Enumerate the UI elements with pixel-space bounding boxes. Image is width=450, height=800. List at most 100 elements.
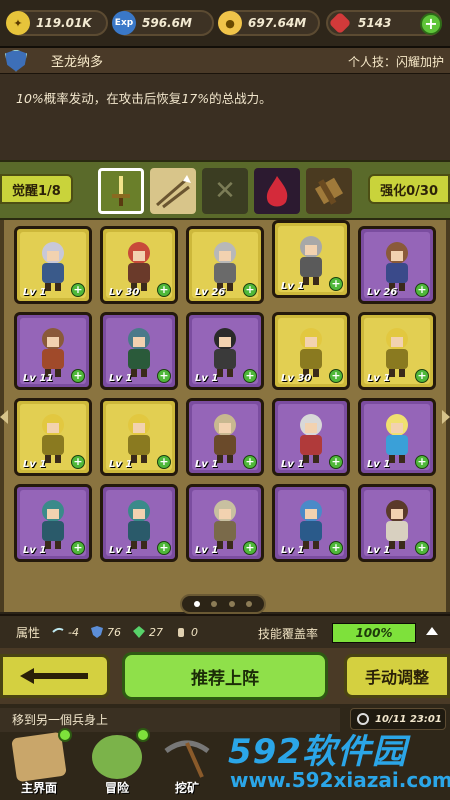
- add-hero-icon[interactable]: +: [71, 283, 85, 297]
- watermark: 592软件园 www.592xiazai.com: [218, 724, 450, 800]
- hero-level: Lv 1: [367, 459, 391, 470]
- hero-sprite-icon: [214, 500, 236, 549]
- add-hero-icon[interactable]: +: [71, 541, 85, 555]
- other-value: 0: [190, 625, 198, 639]
- hero-level: Lv 1: [23, 287, 47, 298]
- skill-slot-scroll[interactable]: [306, 168, 352, 214]
- red-flame-icon: [266, 176, 288, 207]
- shield-icon: [5, 49, 27, 72]
- gem-attr-value: 27: [148, 625, 163, 639]
- skill-slot-sword[interactable]: [98, 168, 144, 214]
- add-hero-icon[interactable]: +: [329, 541, 343, 555]
- add-hero-icon[interactable]: +: [157, 455, 171, 469]
- hero-sprite-icon: [300, 500, 322, 549]
- add-hero-icon[interactable]: +: [157, 369, 171, 383]
- defense-value: 76: [106, 625, 121, 639]
- hand-icon: [177, 628, 184, 637]
- add-hero-icon[interactable]: +: [415, 283, 429, 297]
- hero-card[interactable]: Lv 30 +: [100, 226, 178, 304]
- add-hero-icon[interactable]: +: [157, 541, 171, 555]
- hero-card[interactable]: Lv 1 +: [272, 220, 350, 298]
- defense-attribute: 76: [90, 625, 121, 639]
- add-hero-icon[interactable]: +: [157, 283, 171, 297]
- hero-card[interactable]: Lv 1 +: [186, 398, 264, 476]
- hero-card[interactable]: Lv 30 +: [272, 312, 350, 390]
- gem-attribute: 27: [132, 625, 163, 639]
- hero-card[interactable]: Lv 1 +: [358, 312, 436, 390]
- hero-title-row: 圣龙纳多 个人技：闪耀加护: [0, 48, 450, 74]
- wind-icon: [52, 627, 64, 633]
- skill-slot-arrows[interactable]: [150, 168, 196, 214]
- nav-main-label: 主界面: [20, 781, 57, 795]
- page-dot: [193, 601, 200, 607]
- hero-sprite-icon: [214, 328, 236, 377]
- hero-level: Lv 11: [23, 373, 54, 384]
- hero-level: Lv 1: [281, 459, 305, 470]
- hero-card[interactable]: Lv 1 +: [14, 484, 92, 562]
- hero-card[interactable]: Lv 26 +: [186, 226, 264, 304]
- hero-card[interactable]: Lv 1 +: [100, 484, 178, 562]
- hero-card[interactable]: Lv 1 +: [14, 226, 92, 304]
- hero-sprite-icon: [300, 328, 322, 377]
- hero-card[interactable]: Lv 1 +: [358, 484, 436, 562]
- hero-card[interactable]: Lv 1 +: [100, 312, 178, 390]
- add-hero-icon[interactable]: +: [243, 283, 257, 297]
- arrow-left-icon: [20, 668, 88, 684]
- add-hero-icon[interactable]: +: [329, 455, 343, 469]
- exp-icon: Exp: [112, 11, 136, 35]
- time-value: 10/11 23:01: [375, 713, 442, 725]
- hero-card[interactable]: Lv 1 +: [272, 398, 350, 476]
- page-dot: [246, 601, 253, 607]
- coverage-label: 技能覆盖率: [258, 627, 319, 641]
- resource-bar: ✦ 119.01K Exp 596.6M ● 697.64M 5143 +: [0, 0, 450, 48]
- recommend-deploy-button[interactable]: 推荐上阵: [122, 652, 328, 700]
- hero-level: Lv 26: [367, 287, 398, 298]
- page-dot: [228, 601, 235, 607]
- hero-card[interactable]: Lv 1 +: [14, 398, 92, 476]
- hero-card[interactable]: Lv 1 +: [100, 398, 178, 476]
- nav-mining[interactable]: 挖矿: [152, 732, 222, 800]
- enhance-button[interactable]: 强化0/30: [368, 174, 450, 204]
- add-hero-icon[interactable]: +: [243, 369, 257, 383]
- hero-card[interactable]: Lv 26 +: [358, 226, 436, 304]
- hero-level: Lv 1: [195, 373, 219, 384]
- add-gems-button[interactable]: +: [420, 13, 442, 35]
- skill-slot-empty[interactable]: ✕: [202, 168, 248, 214]
- hero-card[interactable]: Lv 1 +: [272, 484, 350, 562]
- hero-level: Lv 1: [281, 545, 305, 556]
- skill-slot-flame[interactable]: [254, 168, 300, 214]
- add-hero-icon[interactable]: +: [329, 369, 343, 383]
- awaken-button[interactable]: 觉醒1/8: [0, 174, 73, 204]
- hero-sprite-icon: [128, 328, 150, 377]
- hero-card[interactable]: Lv 1 +: [186, 484, 264, 562]
- hero-level: Lv 1: [195, 545, 219, 556]
- expand-up-icon[interactable]: [426, 627, 438, 635]
- watermark-url: www.592xiazai.com: [230, 768, 450, 792]
- hero-sprite-icon: [386, 500, 408, 549]
- add-hero-icon[interactable]: +: [415, 455, 429, 469]
- nav-adventure[interactable]: 冒险: [82, 732, 152, 800]
- shield-icon: [90, 626, 103, 638]
- hero-sprite-icon: [386, 242, 408, 291]
- watermark-number: 592: [228, 732, 302, 772]
- add-hero-icon[interactable]: +: [329, 277, 343, 291]
- hero-sprite-icon: [386, 414, 408, 463]
- hero-card[interactable]: Lv 11 +: [14, 312, 92, 390]
- notification-dot: [58, 728, 72, 742]
- hero-level: Lv 1: [109, 459, 133, 470]
- hero-card[interactable]: Lv 1 +: [186, 312, 264, 390]
- add-hero-icon[interactable]: +: [243, 455, 257, 469]
- manual-adjust-button[interactable]: 手动调整: [344, 654, 450, 698]
- add-hero-icon[interactable]: +: [71, 455, 85, 469]
- hero-card[interactable]: Lv 1 +: [358, 398, 436, 476]
- back-button[interactable]: [0, 654, 110, 698]
- hero-name: 圣龙纳多: [51, 55, 104, 70]
- add-hero-icon[interactable]: +: [71, 369, 85, 383]
- page-indicator: [180, 594, 266, 614]
- add-hero-icon[interactable]: +: [243, 541, 257, 555]
- pickaxe-icon: [164, 740, 210, 778]
- nav-main[interactable]: 主界面: [4, 731, 74, 800]
- add-hero-icon[interactable]: +: [415, 369, 429, 383]
- add-hero-icon[interactable]: +: [415, 541, 429, 555]
- gem-value: 5143: [358, 16, 392, 30]
